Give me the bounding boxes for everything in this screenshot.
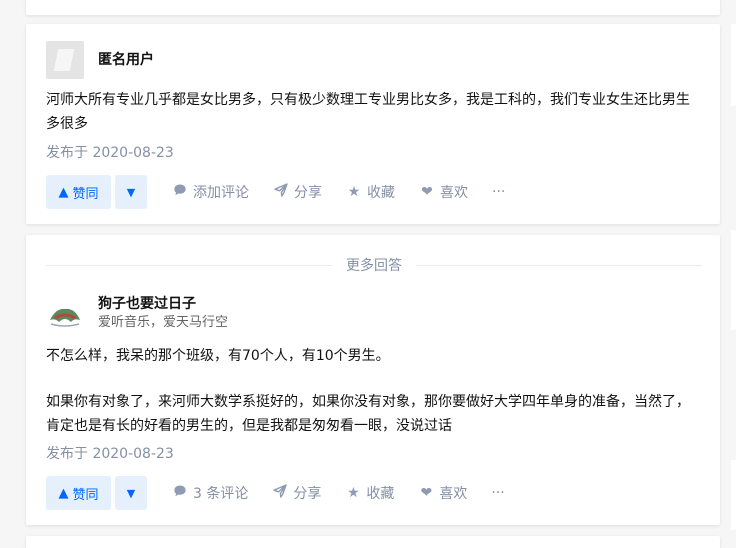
heart-icon: ❤ <box>421 184 433 200</box>
collect-label: 收藏 <box>367 185 395 201</box>
triangle-down-icon: ▼ <box>126 185 136 199</box>
paper-plane-icon <box>272 484 288 502</box>
right-sidebar-edge <box>731 230 736 330</box>
speech-bubble-icon <box>172 183 188 201</box>
heart-icon: ❤ <box>420 485 433 501</box>
collect-button[interactable]: ★ 收藏 <box>345 483 394 503</box>
previous-answer-card <box>26 0 720 15</box>
author-name[interactable]: 匿名用户 <box>98 50 154 70</box>
avatar[interactable] <box>46 41 84 79</box>
star-icon: ★ <box>347 485 360 501</box>
action-bar: ▲ 赞同 ▼ 3 条评论 分享 ★ 收藏 ❤ 喜欢 ··· <box>46 476 505 510</box>
like-label: 喜欢 <box>439 486 468 502</box>
more-options-button[interactable]: ··· <box>492 184 505 200</box>
triangle-down-icon: ▼ <box>126 486 136 500</box>
comment-label: 3 条评论 <box>193 486 249 502</box>
answer-paragraph: 河师大所有专业几乎都是女比男多，只有极少数理工专业男比女多，我是工科的，我们专业… <box>46 92 690 132</box>
paper-plane-icon <box>273 183 289 201</box>
share-button[interactable]: 分享 <box>272 483 321 503</box>
upvote-button[interactable]: ▲ 赞同 <box>46 175 111 209</box>
collect-label: 收藏 <box>366 486 395 502</box>
like-button[interactable]: ❤ 喜欢 <box>418 483 467 503</box>
author-info: 匿名用户 <box>46 41 154 79</box>
author-bio: 爱听音乐，爱天马行空 <box>98 315 229 330</box>
more-label: ··· <box>491 485 505 501</box>
comment-button[interactable]: 3 条评论 <box>172 483 248 503</box>
avatar[interactable] <box>46 294 84 332</box>
more-label: ··· <box>492 184 506 200</box>
star-icon: ★ <box>347 184 361 200</box>
divider-line <box>416 264 702 266</box>
triangle-up-icon: ▲ <box>58 184 69 200</box>
answer-paragraph: 不怎么样，我呆的那个班级，有70个人，有10个男生。 <box>46 348 390 364</box>
answer-content: 不怎么样，我呆的那个班级，有70个人，有10个男生。 如果你有对象了，来河师大数… <box>46 344 702 438</box>
answer-card: 匿名用户 河师大所有专业几乎都是女比男多，只有极少数理工专业男比女多，我是工科的… <box>26 24 720 224</box>
divider-line <box>46 264 332 266</box>
more-answers-label: 更多回答 <box>346 258 402 274</box>
like-button[interactable]: ❤ 喜欢 <box>419 182 468 202</box>
like-label: 喜欢 <box>440 185 468 201</box>
action-bar: ▲ 赞同 ▼ 添加评论 分享 ★ 收藏 ❤ 喜欢 ··· <box>46 175 505 209</box>
collect-button[interactable]: ★ 收藏 <box>346 182 395 202</box>
downvote-button[interactable]: ▼ <box>115 476 147 510</box>
right-sidebar-edge <box>731 460 736 530</box>
share-label: 分享 <box>293 486 322 502</box>
comment-label: 添加评论 <box>193 185 249 201</box>
answer-paragraph: 如果你有对象了，来河师大数学系挺好的，如果你没有对象，那你要做好大学四年单身的准… <box>46 394 690 434</box>
more-answers-divider: 更多回答 <box>46 255 702 275</box>
share-button[interactable]: 分享 <box>273 182 322 202</box>
answer-card: 更多回答 狗子也要过日子 爱听音乐，爱天马行空 不怎么样，我呆的那个班级，有70… <box>26 235 720 525</box>
right-sidebar-edge <box>731 24 736 106</box>
upvote-label: 赞同 <box>72 186 99 202</box>
publish-date[interactable]: 发布于 2020-08-23 <box>46 444 174 464</box>
comment-button[interactable]: 添加评论 <box>172 182 249 202</box>
triangle-up-icon: ▲ <box>58 485 69 501</box>
next-answer-card <box>26 536 720 548</box>
speech-bubble-icon <box>172 484 188 502</box>
answer-content: 河师大所有专业几乎都是女比男多，只有极少数理工专业男比女多，我是工科的，我们专业… <box>46 88 702 136</box>
upvote-label: 赞同 <box>72 487 99 503</box>
author-info: 狗子也要过日子 爱听音乐，爱天马行空 <box>46 294 228 332</box>
downvote-button[interactable]: ▼ <box>115 175 147 209</box>
share-label: 分享 <box>294 185 322 201</box>
publish-date[interactable]: 发布于 2020-08-23 <box>46 143 174 163</box>
upvote-button[interactable]: ▲ 赞同 <box>46 476 111 510</box>
more-options-button[interactable]: ··· <box>491 485 504 501</box>
author-name[interactable]: 狗子也要过日子 <box>98 294 228 314</box>
